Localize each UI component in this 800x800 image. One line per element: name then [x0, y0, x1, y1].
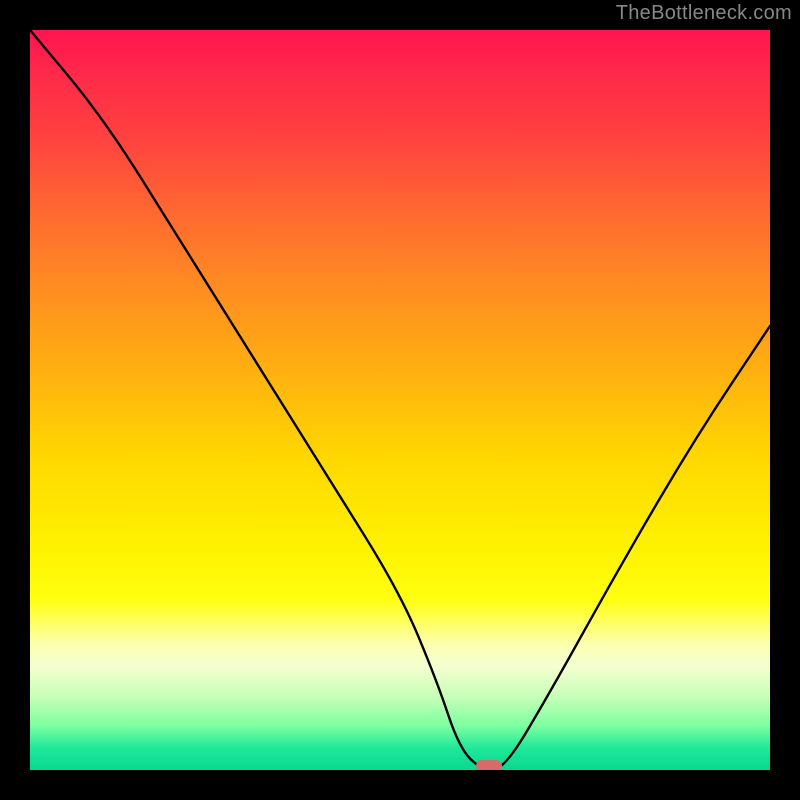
- chart-frame: TheBottleneck.com: [0, 0, 800, 800]
- bottleneck-curve: [30, 30, 770, 770]
- plot-area: [30, 30, 770, 770]
- optimal-marker: [476, 760, 502, 770]
- watermark-text: TheBottleneck.com: [616, 2, 792, 25]
